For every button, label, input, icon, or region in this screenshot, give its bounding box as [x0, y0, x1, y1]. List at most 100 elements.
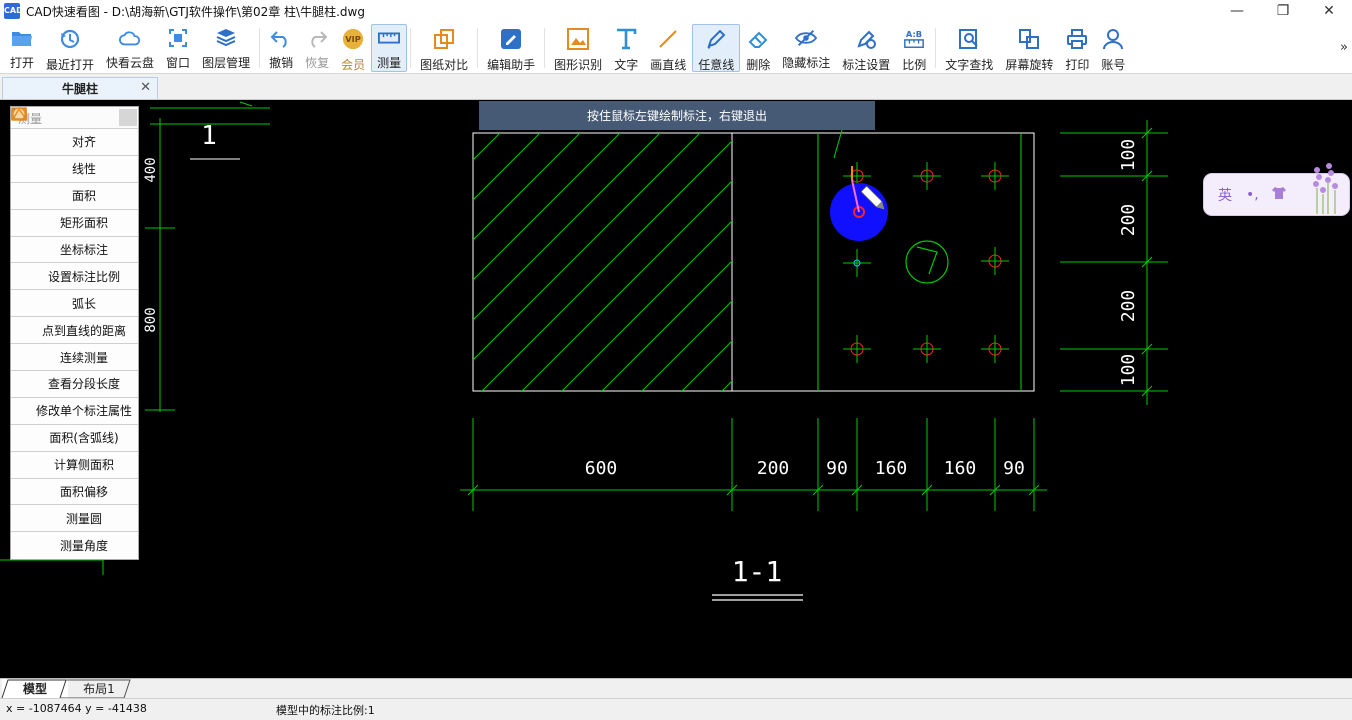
open-button[interactable]: 打开: [4, 24, 40, 72]
undo-icon: [270, 28, 292, 48]
measure-point-line-item[interactable]: 点到直线的距离: [11, 108, 138, 345]
panel-item-label: 面积: [71, 189, 96, 204]
minimize-button[interactable]: —: [1214, 0, 1260, 22]
layer-manager-button[interactable]: 图层管理: [196, 24, 256, 72]
panel-pin-icon[interactable]: [119, 109, 137, 126]
maximize-button[interactable]: ❐: [1260, 0, 1306, 22]
shape-recognize-button[interactable]: 图形识别: [548, 24, 608, 72]
dimension-settings-button[interactable]: 标注设置: [836, 24, 896, 72]
ime-punctuation[interactable]: •,: [1246, 187, 1259, 203]
ratio-button[interactable]: A:B 比例: [896, 24, 932, 72]
dim-text-bottom: 160: [944, 458, 977, 479]
freeline-label: 任意线: [698, 58, 735, 72]
account-button[interactable]: 账号: [1095, 24, 1131, 72]
hide-dim-label: 隐藏标注: [782, 56, 831, 70]
toolbar-separator: [544, 28, 546, 68]
ime-toolbar[interactable]: 英 •,: [1203, 163, 1350, 216]
panel-item-label: 点到直线的距离: [41, 323, 126, 338]
dimension-texts: 600 200 90 160 160 90 100 200 200 100 40…: [143, 139, 1139, 479]
measure-area-arc-item[interactable]: 面积(含弧线): [11, 108, 138, 452]
panel-item-label: 矩形面积: [59, 216, 108, 231]
measure-arc-item[interactable]: 弧长: [11, 108, 138, 318]
measure-linear-item[interactable]: 线性: [11, 110, 138, 183]
lavender-decoration-icon: [1305, 160, 1345, 219]
measure-side-area-item[interactable]: 计算侧面积: [11, 107, 138, 479]
coordinate-icon: [12, 108, 57, 257]
window-button[interactable]: 窗口: [160, 24, 196, 72]
measure-segment-item[interactable]: 查看分段长度: [11, 110, 138, 398]
section-outline: [472, 132, 1035, 392]
linear-dimension-icon: [11, 110, 69, 176]
recent-open-button[interactable]: 最近打开: [40, 24, 100, 72]
app-logo-icon: CAD: [4, 3, 23, 19]
cloud-drive-button[interactable]: 快看云盘: [100, 24, 160, 72]
measure-angle-item[interactable]: 测量角度: [11, 107, 138, 560]
screen-rotate-button[interactable]: 屏幕旋转: [999, 24, 1059, 72]
rect-area-icon: [11, 108, 57, 230]
area-arc-icon: [12, 108, 46, 445]
drawing-canvas[interactable]: 600 200 90 160 160 90 100 200 200 100 40…: [0, 100, 1352, 678]
dimension-scale-status: 模型中的标注比例:1: [276, 704, 375, 717]
delete-label: 删除: [746, 58, 771, 72]
measure-edit-dim-item[interactable]: 修改单个标注属性: [11, 107, 138, 425]
draw-line-button[interactable]: 画直线: [644, 24, 692, 72]
svg-text:VIP: VIP: [345, 34, 361, 44]
title-bar: CAD CAD快速看图 - D:\胡海新\GTJ软件操作\第02章 柱\牛腿柱.…: [0, 0, 1352, 22]
toolbar-separator: [410, 28, 412, 68]
freeline-button[interactable]: 任意线: [692, 24, 741, 72]
measure-area-offset-item[interactable]: 面积偏移: [11, 107, 138, 506]
edit-dim-icon: [12, 107, 33, 418]
measure-circle-item[interactable]: 测量圆: [11, 107, 138, 533]
tab-drawing[interactable]: 牛腿柱 ✕: [2, 77, 158, 99]
measure-coordinate-item[interactable]: 坐标标注: [11, 108, 138, 264]
drawing-compare-button[interactable]: 图纸对比: [414, 24, 474, 72]
measure-set-scale-item[interactable]: A:B设置标注比例: [11, 109, 138, 291]
window-icon: [167, 28, 189, 48]
tab-outline: [1, 679, 131, 699]
measure-panel: 测量 对齐 线性 面积 矩形面积 坐标标注 A:B设置标注比例 弧长 点到直线的…: [10, 106, 139, 561]
toolbar-more-icon[interactable]: »: [1340, 40, 1348, 55]
text-search-button[interactable]: 文字查找: [939, 24, 999, 72]
redo-button[interactable]: 恢复: [299, 24, 335, 72]
edit-assistant-icon: [500, 28, 522, 50]
panel-item-label: 连续测量: [59, 350, 108, 365]
tab-close-icon[interactable]: ✕: [140, 80, 151, 95]
circle-measure-icon: [12, 107, 63, 525]
redo-icon: [306, 28, 328, 48]
compare-icon: [433, 28, 455, 50]
rotate-label: 屏幕旋转: [1005, 58, 1054, 72]
open-label: 打开: [10, 56, 35, 70]
pencil-icon: [705, 28, 727, 50]
panel-item-label: 对齐: [71, 135, 96, 150]
dim-text-right: 100: [1118, 139, 1139, 172]
measure-aligned-item[interactable]: 对齐: [11, 108, 138, 156]
measure-rect-area-item[interactable]: 矩形面积: [11, 108, 138, 237]
measure-continuous-item[interactable]: 连续测量: [11, 109, 138, 372]
section-label-left: 1: [201, 121, 217, 151]
dim-text-bottom: 200: [757, 458, 790, 479]
measure-area-item[interactable]: 面积: [11, 108, 138, 210]
ime-skin-icon[interactable]: [1271, 186, 1287, 203]
delete-button[interactable]: 删除: [740, 24, 776, 72]
vip-button[interactable]: VIP 会员: [335, 24, 371, 72]
toolbar-separator: [477, 28, 479, 68]
close-button[interactable]: ✕: [1306, 0, 1352, 22]
text-t-icon: [615, 28, 637, 50]
undo-button[interactable]: 撤销: [263, 24, 299, 72]
measure-button[interactable]: 测量: [371, 24, 408, 72]
text-label: 文字: [614, 58, 639, 72]
svg-text:A:B: A:B: [906, 29, 922, 39]
hide-dimension-button[interactable]: 隐藏标注: [776, 24, 836, 72]
ime-language[interactable]: 英: [1218, 185, 1232, 205]
angle-icon: [11, 107, 57, 553]
toolbar-separator: [935, 28, 937, 68]
window-title: CAD快速看图 - D:\胡海新\GTJ软件操作\第02章 柱\牛腿柱.dwg: [26, 4, 365, 19]
undo-label: 撤销: [269, 56, 294, 70]
print-button[interactable]: 打印: [1059, 24, 1095, 72]
history-icon: [59, 28, 81, 50]
edit-assistant-button[interactable]: 编辑助手: [481, 24, 541, 72]
vip-icon: VIP: [342, 28, 364, 50]
text-button[interactable]: 文字: [608, 24, 644, 72]
right-dimension-lines: [1060, 120, 1168, 405]
shape-recognize-label: 图形识别: [554, 58, 603, 72]
